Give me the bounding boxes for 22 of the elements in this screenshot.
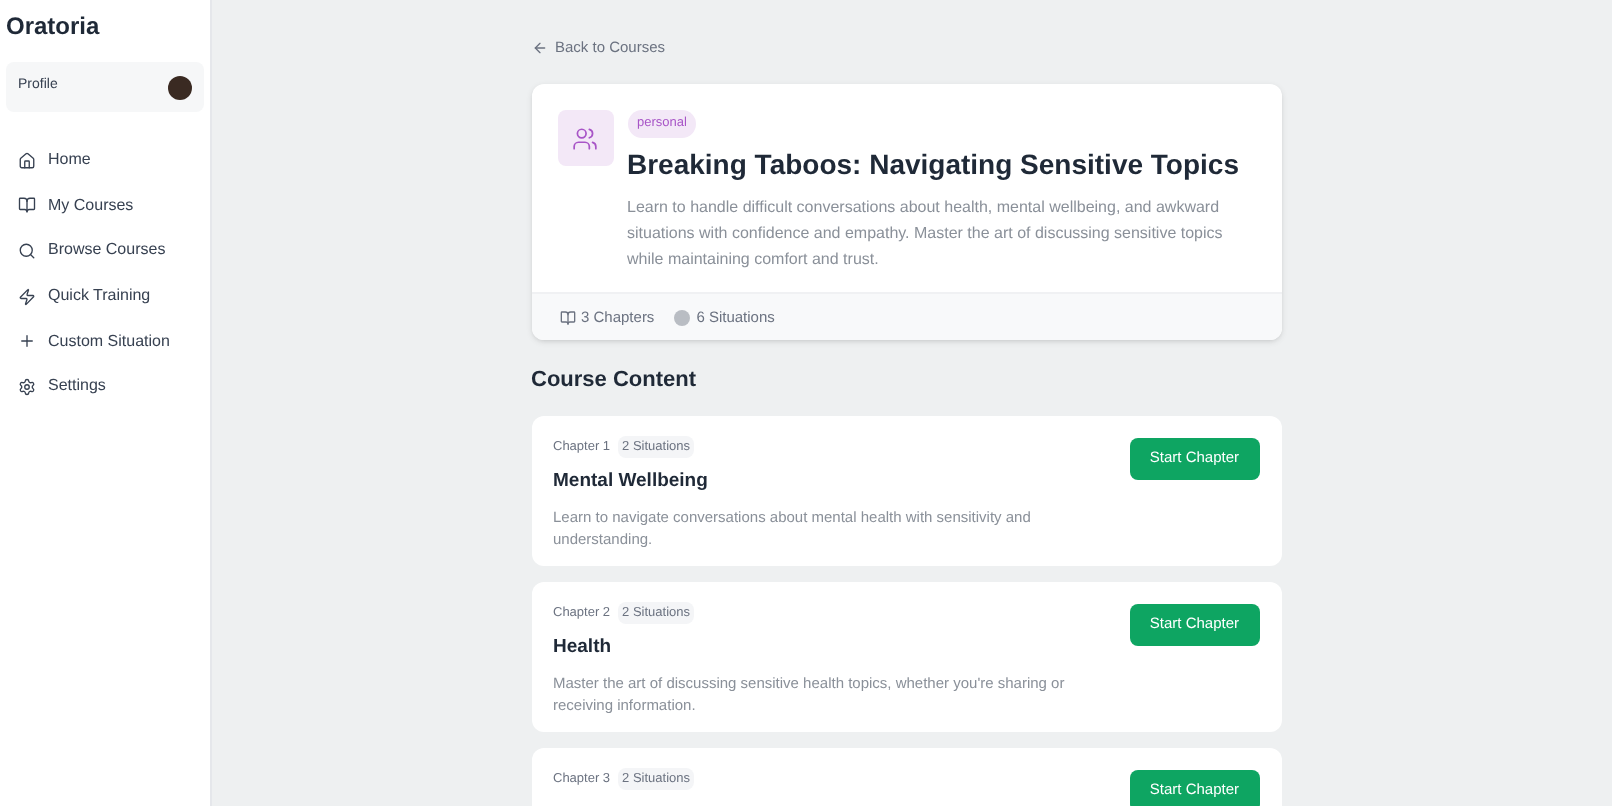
nav-item[interactable]: My Courses [0,183,210,229]
settings-icon [18,377,36,396]
plus-icon [18,332,36,351]
search-icon [18,241,36,260]
course-title: Breaking Taboos: Navigating Sensitive Topics [627,146,1241,184]
book-icon [18,196,36,215]
users-icon [557,110,613,167]
chapter-title: Health [553,634,614,663]
back-arrow-icon [531,39,547,56]
lightning-icon [18,287,36,306]
home-icon [18,151,36,170]
chapter-title: Mental Wellbeing [553,468,710,497]
nav-item[interactable]: Quick Training [0,273,210,319]
course-description: Learn to handle difficult conversations about health, mental wellbeing, and awkward situations with confidence and empathy. Master the art of discussing sensitive topics while maintaining comfort and trust. [627,196,1225,272]
book-icon [559,309,575,325]
nav-item[interactable]: Custom Situation [0,318,210,364]
nav-item[interactable]: Home [0,138,210,184]
avatar [168,75,192,99]
section-title: Course Content [531,366,698,396]
brand-name: Oratoria [4,10,102,44]
nav-item[interactable]: Settings [0,363,210,410]
nav-item[interactable]: Browse Courses [0,228,210,274]
